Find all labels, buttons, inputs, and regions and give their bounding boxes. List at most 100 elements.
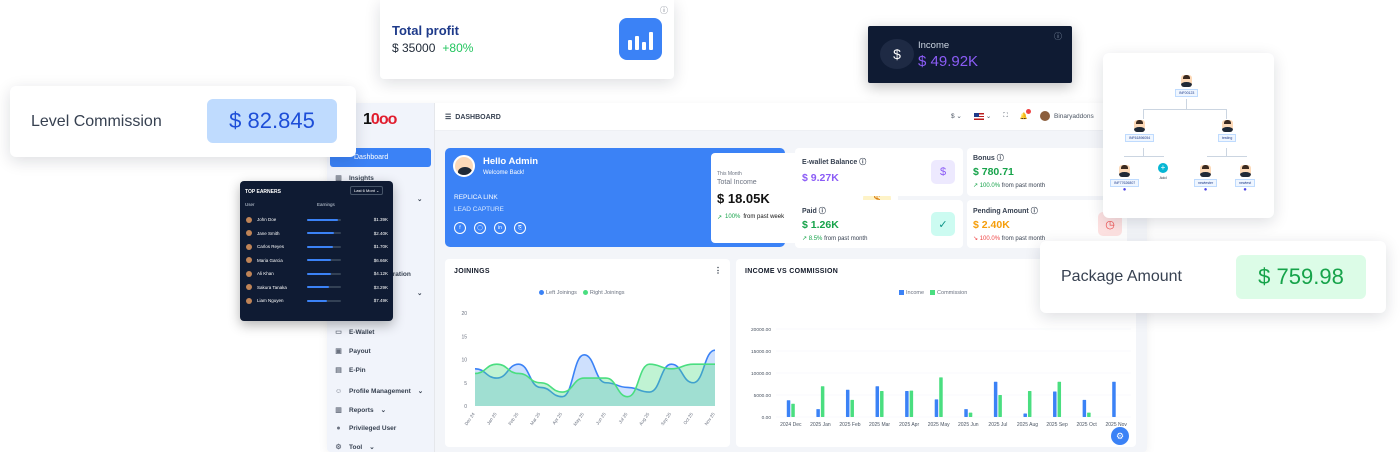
y-tick-label: 0 (464, 404, 467, 410)
avatar (1119, 165, 1131, 177)
menu-icon[interactable]: ☰ (445, 113, 451, 121)
info-icon[interactable]: ⓘ (660, 5, 668, 16)
chevron-down-icon: ⌄ (417, 388, 424, 395)
tool-icon: ⚙ (335, 443, 342, 451)
bar[interactable] (934, 399, 939, 417)
bar[interactable] (820, 386, 825, 417)
bar[interactable] (880, 391, 884, 417)
income-commission-title: INCOME VS COMMISSION (745, 268, 839, 275)
total-profit-title: Total profit (392, 23, 459, 38)
avatar (1040, 111, 1050, 121)
welcome-card: Hello Admin Welcome Back! REPLICA LINK L… (445, 148, 898, 247)
bar[interactable] (845, 389, 850, 417)
ewallet-value: $ 9.27K (802, 172, 839, 184)
table-row[interactable]: Carlos Reyes $1.70K (246, 240, 388, 254)
fullscreen-icon[interactable]: ⛶ (1003, 112, 1008, 120)
bar[interactable] (905, 391, 909, 417)
bell-icon[interactable]: 🔔 (1020, 109, 1031, 120)
tree-node-left[interactable]: INF61896054 (1125, 120, 1155, 142)
page-title: ☰ DASHBOARD (445, 113, 501, 122)
settings-fab[interactable]: ⚙ (1111, 427, 1129, 445)
bar[interactable] (939, 377, 943, 417)
legend-commission[interactable]: Commission (930, 290, 967, 296)
col-user: User (245, 202, 255, 207)
bar[interactable] (998, 395, 1002, 417)
table-row[interactable]: Jane Smith $2.40K (246, 227, 388, 241)
bar[interactable] (1057, 381, 1062, 417)
legend-income[interactable]: Income (899, 290, 924, 296)
bar[interactable] (909, 390, 914, 417)
more-options-icon[interactable]: ⋮ (714, 266, 722, 275)
table-row[interactable]: Ali Khan $4.12K (246, 267, 388, 281)
replica-link[interactable]: REPLICA LINK (454, 194, 498, 201)
bar[interactable] (1053, 391, 1057, 417)
paid-card: Paid ⓘ $ 1.26K ↗ 8.5% from past month ✓ (795, 200, 963, 248)
bar[interactable] (1087, 412, 1091, 417)
table-row[interactable]: Sakura Tanaka $3.29K (246, 281, 388, 295)
bar[interactable] (791, 403, 795, 417)
tree-node-rr[interactable]: newtest ● (1235, 165, 1256, 193)
plus-icon: + (1158, 163, 1168, 173)
table-row[interactable]: John Doe $1.39K (246, 213, 388, 227)
y-tick-label: 15 (461, 334, 467, 340)
sidebar-item-payout[interactable]: ▣ Payout (335, 348, 370, 355)
bar[interactable] (816, 409, 820, 417)
sidebar-item-tool[interactable]: ⚙ Tool ⌄ (335, 443, 374, 452)
chevron-down-icon[interactable]: ⌄ (417, 289, 422, 297)
bar[interactable] (968, 412, 973, 417)
joinings-chart: 0 5 10 15 20 Dec 24 Jan 25 Feb 25 Mar 25 Apr 25 Ma… (461, 311, 716, 427)
facebook-icon[interactable]: f (454, 222, 466, 234)
user-menu[interactable]: Binaryaddons (1040, 111, 1094, 121)
tree-node-root[interactable]: INF00123 (1175, 75, 1199, 97)
table-row[interactable]: Maria Garcia $6.66K (246, 254, 388, 268)
sidebar-item-epin[interactable]: ▤ E-Pin (335, 367, 365, 374)
joinings-legend: Left Joinings Right Joinings (539, 290, 624, 296)
info-icon[interactable]: ⓘ (819, 208, 826, 215)
sidebar-item-reports[interactable]: ▥ Reports ⌄ (335, 406, 386, 415)
bar[interactable] (1023, 413, 1027, 417)
us-flag-icon (973, 112, 984, 120)
x-tick-label: 2025 Mar (869, 422, 890, 428)
bar[interactable] (850, 399, 854, 417)
lead-capture-link[interactable]: LEAD CAPTURE (454, 206, 504, 213)
instagram-icon[interactable]: ◯ (474, 222, 486, 234)
currency-selector[interactable]: $ ⌄ (951, 112, 962, 120)
linkedin-icon[interactable]: in (494, 222, 506, 234)
avatar (1200, 165, 1212, 177)
tree-node-rl[interactable]: newtester ● (1194, 165, 1218, 193)
info-icon[interactable]: ⓘ (997, 155, 1004, 162)
income-period: This Month (717, 171, 742, 177)
legend-left-joinings[interactable]: Left Joinings (539, 290, 577, 296)
logo[interactable]: 10oo (363, 111, 397, 129)
sidebar-item-privileged-user[interactable]: ● Privileged User (335, 425, 396, 432)
info-icon[interactable]: ⓘ (1054, 31, 1062, 42)
y-tick-label: 0.00 (762, 415, 772, 421)
paid-value: $ 1.26K (802, 219, 839, 231)
link-icon[interactable]: ⎘ (514, 222, 526, 234)
bar[interactable] (993, 381, 998, 417)
info-icon[interactable]: ⓘ (1031, 208, 1038, 215)
bar[interactable] (786, 400, 791, 417)
info-icon[interactable]: ⓘ (859, 159, 866, 166)
sidebar-item-profile-management[interactable]: ☺ Profile Management ⌄ (335, 387, 424, 396)
tree-node-right[interactable]: testing (1218, 120, 1237, 142)
total-profit-value-row: $ 35000 +80% (392, 41, 473, 55)
bar[interactable] (1082, 399, 1087, 417)
avatar (1221, 120, 1233, 132)
bar[interactable] (1112, 381, 1116, 417)
earner-amount: $1.70K (373, 244, 388, 250)
chevron-down-icon[interactable]: ⌄ (417, 195, 422, 203)
language-selector[interactable]: ⌄ (973, 112, 991, 120)
admin-avatar (453, 155, 475, 177)
period-filter[interactable]: Last 6 Mont ⌄ (350, 186, 384, 195)
bar[interactable] (875, 386, 880, 417)
earner-name: Sakura Tanaka (257, 284, 287, 290)
earner-name: Ali Khan (257, 271, 274, 277)
add-node-button[interactable]: + Add (1158, 163, 1168, 180)
bar[interactable] (1027, 391, 1032, 417)
tree-node-ll[interactable]: INF77626807 ● (1110, 165, 1140, 193)
sidebar-item-ewallet[interactable]: ▭ E-Wallet (335, 329, 374, 336)
bar[interactable] (964, 409, 968, 417)
table-row[interactable]: Liam Nguyen $7.49K (246, 294, 388, 308)
legend-right-joinings[interactable]: Right Joinings (582, 290, 624, 296)
